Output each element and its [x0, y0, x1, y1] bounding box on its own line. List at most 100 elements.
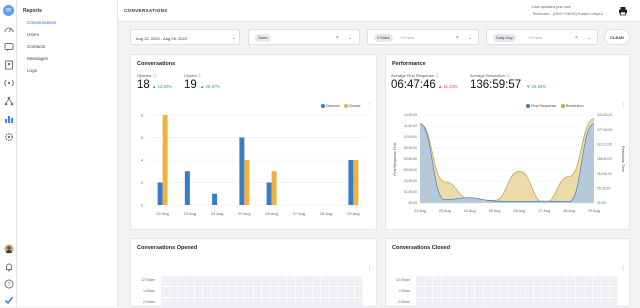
heatmap-cell: [228, 287, 237, 297]
sidebar-item-logs[interactable]: Logs: [27, 68, 37, 73]
card-title: Conversations Closed: [392, 245, 451, 251]
speedometer-icon[interactable]: [3, 24, 14, 35]
x-tick-label: 27 Aug: [293, 211, 305, 216]
broadcast-icon[interactable]: [3, 77, 14, 88]
clear-filter-icon[interactable]: ×: [575, 35, 578, 41]
heatmap-cell: [458, 276, 466, 286]
x-tick-label: 25 Aug: [238, 211, 250, 216]
filter-select-1[interactable]: Sales × ⌄: [248, 29, 360, 45]
bar-closed: [244, 160, 250, 205]
clear-filter-icon[interactable]: ×: [456, 35, 459, 41]
bell-icon[interactable]: [3, 261, 14, 272]
heatmap-cell: [466, 287, 475, 297]
heatmap-cell: [287, 276, 296, 286]
legend-closed[interactable]: Closed: [343, 104, 360, 108]
card-title: Conversations: [137, 61, 176, 67]
chat-icon[interactable]: [3, 41, 14, 52]
more-vert-icon[interactable]: ⋮: [367, 265, 372, 271]
heatmap-cell: [270, 287, 279, 297]
heatmap-cell: [575, 276, 584, 286]
heatmap-cell: [575, 287, 584, 297]
opened-value: 18: [137, 79, 150, 91]
left-tick-label: 00:00: [409, 201, 418, 205]
sidebar-item-users[interactable]: Users: [27, 32, 39, 37]
heatmap-cell: [219, 276, 228, 286]
card-title: Conversations Opened: [137, 245, 198, 251]
legend-first-response[interactable]: First Response: [526, 104, 557, 108]
clear-filter-icon[interactable]: ×: [336, 35, 339, 41]
bar-opened: [157, 182, 163, 205]
check-icon: [3, 294, 14, 305]
card-title: Performance: [392, 61, 426, 67]
closed-heatmap: 12:00am 1:00am 2:00am: [396, 276, 618, 308]
heatmap-cell: [491, 276, 500, 286]
filter-chip: Daily Amy: [493, 34, 516, 42]
heatmap-cell: [424, 276, 433, 286]
legend-opened[interactable]: Opened: [321, 104, 340, 108]
user-avatar-icon[interactable]: [3, 243, 14, 254]
more-vert-icon[interactable]: ⋮: [621, 103, 626, 109]
heatmap-cell: [304, 276, 312, 286]
right-axis-label: Resolution Time: [621, 146, 625, 172]
heatmap-cell: [592, 287, 601, 297]
right-tick-label: 00:00: [597, 201, 606, 205]
heatmap-cell: [346, 276, 354, 286]
heatmap-cell: [567, 287, 576, 297]
heatmap-cell: [449, 276, 458, 286]
heatmap-cell: [329, 276, 338, 286]
reports-icon[interactable]: [3, 113, 14, 124]
heatmap-cell: [491, 287, 500, 297]
conversations-opened-card: Conversations Opened ⋮ 12:00am 1:00am 2:00…: [130, 238, 377, 308]
contacts-icon[interactable]: [3, 59, 14, 70]
filter-select-3[interactable]: Daily Amy +2 more × ⌄: [486, 29, 598, 45]
app-logo-icon[interactable]: ✉: [3, 5, 14, 16]
date-range-value: Aug 22, 2022 - Aug 29, 2022: [136, 36, 187, 41]
date-range-picker[interactable]: Aug 22, 2022 - Aug 29, 2022 ⌄: [130, 29, 240, 45]
heatmap-cell: [346, 287, 354, 297]
print-icon[interactable]: [618, 6, 628, 16]
right-tick-label: 222:13:20: [597, 143, 612, 147]
x-tick-label: 26 Aug: [265, 211, 277, 216]
left-tick-label: 01:40:00: [404, 190, 417, 194]
heatmap-cell: [525, 276, 534, 286]
row-tick-label: 2:00am: [398, 300, 410, 304]
x-tick-label: 26 Aug: [514, 209, 526, 213]
arrow-down-icon: ▼: [526, 84, 531, 89]
workflow-icon[interactable]: [3, 95, 14, 106]
legend-resolution[interactable]: Resolution: [560, 104, 584, 108]
heatmap-cell: [542, 276, 551, 286]
bar-closed: [162, 115, 168, 205]
more-vert-icon[interactable]: ⋮: [367, 103, 372, 109]
heatmap-cell: [194, 287, 203, 297]
heatmap-cell: [458, 287, 466, 297]
more-vert-icon[interactable]: ⋮: [621, 265, 626, 271]
heatmap-cell: [320, 287, 329, 297]
heatmap-cell: [320, 276, 329, 286]
settings-icon[interactable]: [3, 131, 14, 142]
row-tick-label: 2:00am: [143, 300, 155, 304]
y-tick-label: 2: [141, 180, 144, 185]
bar-opened: [184, 171, 190, 205]
chevron-down-icon: ⌄: [232, 35, 236, 40]
icon-rail: ✉ ?: [0, 0, 17, 307]
heatmap-cell: [432, 276, 441, 286]
clear-button[interactable]: CLEAR: [604, 29, 630, 45]
area-resolution: [420, 118, 594, 203]
opened-delta: ▲ 12.50%: [152, 84, 173, 89]
filter-select-2[interactable]: 3 Sales +2 more × ⌄: [367, 29, 479, 45]
heatmap-cell: [517, 276, 525, 286]
heatmap-cell: [474, 287, 483, 297]
filter-chip: Sales: [255, 34, 271, 42]
sidebar-item-contacts[interactable]: Contacts: [27, 44, 45, 49]
right-tick-label: 277:46:40: [597, 128, 612, 132]
heatmap-cell: [508, 276, 517, 286]
help-icon[interactable]: ?: [3, 278, 14, 289]
bar-opened: [266, 182, 272, 205]
sidebar-item-messages[interactable]: Messages: [27, 56, 48, 61]
heatmap-cell: [441, 287, 450, 297]
chart-legend: First Response Resolution: [526, 104, 584, 108]
heatmap-cell: [211, 287, 220, 297]
more-count: +2 more: [400, 36, 415, 40]
sidebar-item-conversations[interactable]: Conversations: [27, 20, 56, 25]
heatmap-cell: [219, 287, 228, 297]
